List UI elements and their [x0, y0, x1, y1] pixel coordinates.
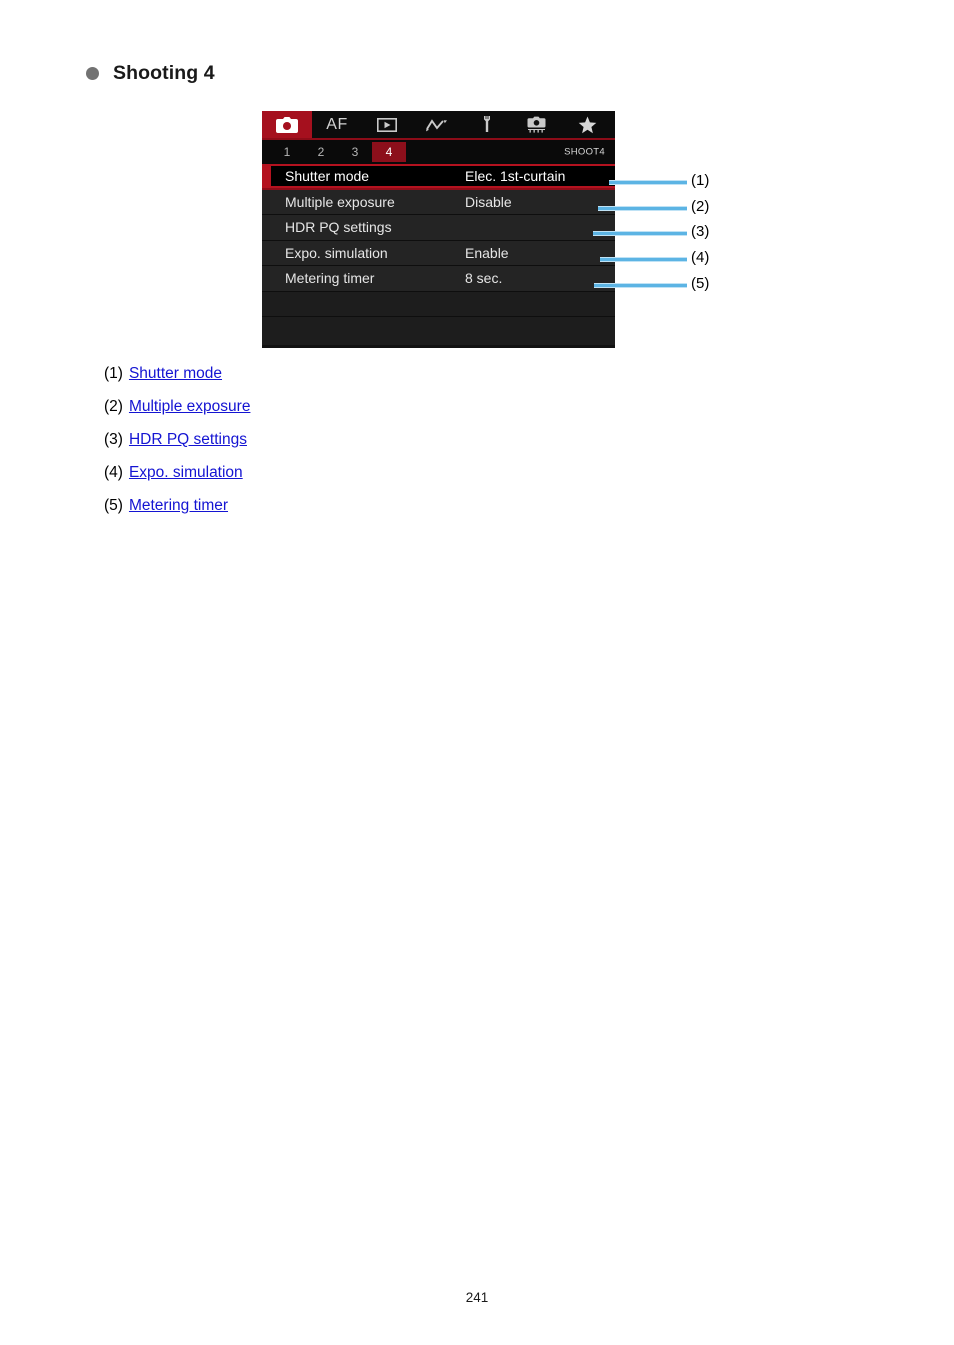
- menu-row-value: 8 sec.: [465, 270, 503, 287]
- subtab-2[interactable]: 2: [304, 142, 338, 162]
- wireless-icon: [425, 118, 449, 132]
- menu-row-metering-timer[interactable]: Metering timer 8 sec.: [262, 266, 615, 292]
- menu-row-label: Multiple exposure: [285, 193, 395, 210]
- screen-label: SHOOT4: [564, 146, 605, 158]
- star-icon: [578, 116, 597, 134]
- tab-wireless[interactable]: [412, 111, 462, 138]
- callout-number-5: (5): [691, 275, 710, 292]
- custom-functions-icon: [527, 116, 547, 133]
- playback-icon: [377, 117, 397, 132]
- callout-link-list: (1) Shutter mode (2) Multiple exposure (…: [104, 363, 704, 528]
- tab-setup[interactable]: [462, 111, 512, 138]
- link-index: (3): [104, 430, 123, 448]
- menu-row-shutter-mode[interactable]: Shutter mode Elec. 1st-curtain: [262, 164, 615, 190]
- callout-line-5: [594, 283, 687, 288]
- wrench-icon: [480, 116, 494, 133]
- af-text-icon: AF: [326, 115, 348, 133]
- callout-number-3: (3): [691, 223, 710, 240]
- menu-row-value: Enable: [465, 244, 509, 261]
- menu-row-empty: [262, 317, 615, 345]
- subtab-4[interactable]: 4: [372, 142, 406, 162]
- link-index: (1): [104, 365, 123, 382]
- menu-row-multiple-exposure[interactable]: Multiple exposure Disable: [262, 189, 615, 215]
- menu-row-value: Elec. 1st-curtain: [465, 167, 566, 184]
- menu-row-label: Expo. simulation: [285, 244, 388, 261]
- subtab-3[interactable]: 3: [338, 142, 372, 162]
- callout-number-1: (1): [691, 172, 710, 189]
- camera-menu-screenshot: AF 1 2 3 4 SHOOT4 Shutter mode Elec. 1st…: [262, 111, 615, 348]
- callout-line-1: [609, 180, 687, 185]
- list-item: (4) Expo. simulation: [104, 462, 704, 484]
- list-item: (1) Shutter mode: [104, 363, 704, 385]
- link-metering-timer[interactable]: Metering timer: [129, 495, 228, 517]
- link-shutter-mode[interactable]: Shutter mode: [129, 363, 222, 385]
- menu-row-expo-simulation[interactable]: Expo. simulation Enable: [262, 240, 615, 266]
- page-title: Shooting 4: [113, 62, 215, 84]
- callout-number-4: (4): [691, 249, 710, 266]
- menu-subtab-row: 1 2 3 4 SHOOT4: [262, 140, 615, 164]
- link-index: (4): [104, 463, 123, 481]
- menu-tab-bar: AF: [262, 111, 615, 140]
- menu-row-label: Metering timer: [285, 270, 375, 287]
- link-index: (5): [104, 496, 123, 514]
- callout-line-3: [593, 231, 687, 236]
- link-hdr-pq-settings[interactable]: HDR PQ settings: [129, 429, 247, 451]
- bullet-dot-icon: [86, 67, 99, 81]
- menu-row-list: Shutter mode Elec. 1st-curtain Multiple …: [262, 164, 615, 345]
- tab-af[interactable]: AF: [312, 111, 362, 138]
- list-item: (3) HDR PQ settings: [104, 429, 704, 451]
- link-expo-simulation[interactable]: Expo. simulation: [129, 462, 243, 484]
- tab-playback[interactable]: [362, 111, 412, 138]
- menu-row-hdr-pq-settings[interactable]: HDR PQ settings: [262, 215, 615, 241]
- tab-shooting[interactable]: [262, 111, 312, 138]
- callout-line-4: [600, 257, 687, 262]
- link-multiple-exposure[interactable]: Multiple exposure: [129, 396, 250, 418]
- callout-number-2: (2): [691, 198, 710, 215]
- menu-row-label: HDR PQ settings: [285, 219, 392, 236]
- callout-line-2: [598, 206, 687, 211]
- camera-icon: [276, 116, 298, 133]
- list-item: (5) Metering timer: [104, 495, 704, 517]
- tab-custom-functions[interactable]: [512, 111, 562, 138]
- menu-row-value: Disable: [465, 193, 512, 210]
- menu-row-label: Shutter mode: [285, 167, 370, 184]
- page-number: 241: [465, 1290, 489, 1305]
- tab-my-menu[interactable]: [562, 111, 612, 138]
- list-item: (2) Multiple exposure: [104, 396, 704, 418]
- link-index: (2): [104, 397, 123, 415]
- subtab-1[interactable]: 1: [270, 142, 304, 162]
- menu-row-empty: [262, 291, 615, 317]
- page-heading: Shooting 4: [86, 62, 215, 84]
